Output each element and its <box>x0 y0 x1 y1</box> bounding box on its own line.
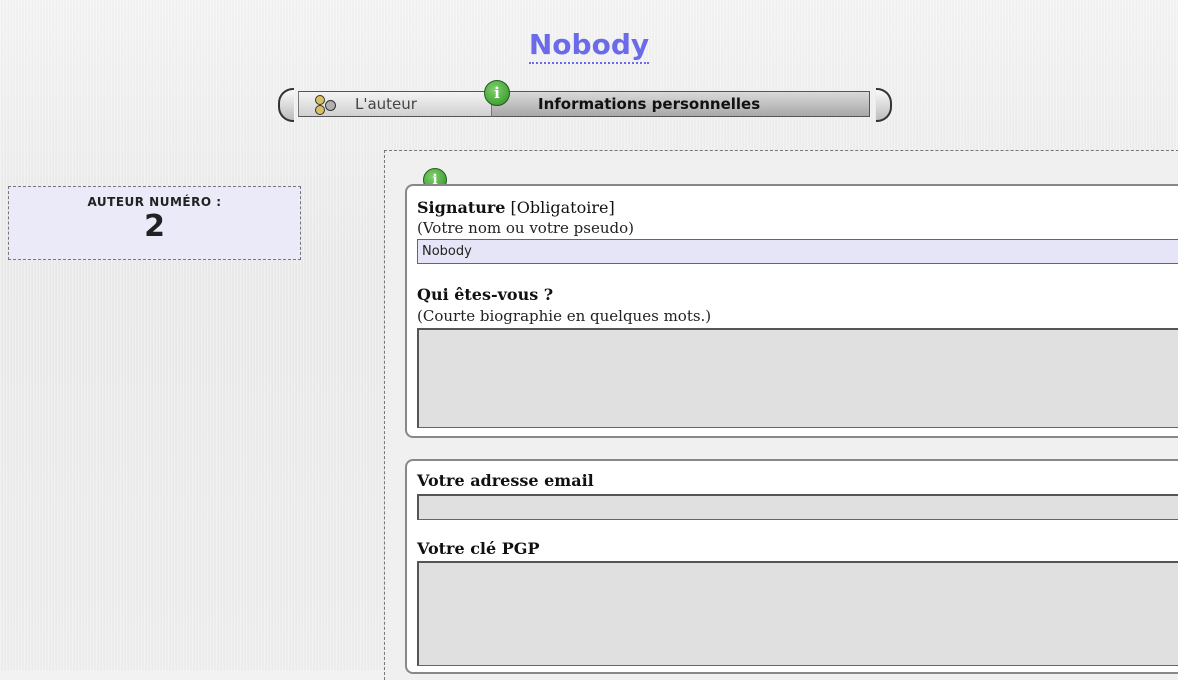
signature-input[interactable]: Nobody <box>417 239 1178 264</box>
page-title: Nobody <box>0 28 1178 64</box>
signature-hint: (Votre nom ou votre pseudo) <box>417 219 634 237</box>
authors-icon <box>313 93 353 117</box>
author-number-box: AUTEUR NUMÉRO : 2 <box>8 186 301 260</box>
email-label: Votre adresse email <box>417 471 594 490</box>
tab-personal-info-label: Informations personnelles <box>538 95 761 113</box>
bio-hint: (Courte biographie en quelques mots.) <box>417 307 712 325</box>
bio-label-line: Qui êtes-vous ? <box>417 285 553 304</box>
pgp-textarea[interactable] <box>417 561 1178 666</box>
email-label-line: Votre adresse email <box>417 471 594 490</box>
tab-author-label: L'auteur <box>355 95 417 113</box>
contact-section: Votre adresse email Votre clé PGP <box>405 459 1178 674</box>
tab-bar-right-cap <box>876 88 892 122</box>
info-icon: i <box>484 80 510 106</box>
pgp-label-line: Votre clé PGP <box>417 539 539 558</box>
email-input[interactable] <box>417 494 1178 520</box>
signature-label: Signature <box>417 198 506 217</box>
bio-textarea[interactable] <box>417 328 1178 428</box>
author-number-label: AUTEUR NUMÉRO : <box>87 195 222 209</box>
signature-label-line: Signature [Obligatoire] <box>417 198 615 217</box>
author-number-value: 2 <box>144 209 165 244</box>
tab-bar-left-cap <box>278 88 294 122</box>
pgp-label: Votre clé PGP <box>417 539 540 558</box>
signature-required: [Obligatoire] <box>510 198 615 217</box>
tab-bar: L'auteur Informations personnelles i <box>278 80 892 122</box>
tab-personal-info[interactable]: Informations personnelles <box>492 91 870 117</box>
identity-section: Signature [Obligatoire] (Votre nom ou vo… <box>405 184 1178 438</box>
tab-author[interactable]: L'auteur <box>298 91 492 117</box>
page-title-text: Nobody <box>528 28 650 64</box>
bio-label: Qui êtes-vous ? <box>417 285 554 304</box>
